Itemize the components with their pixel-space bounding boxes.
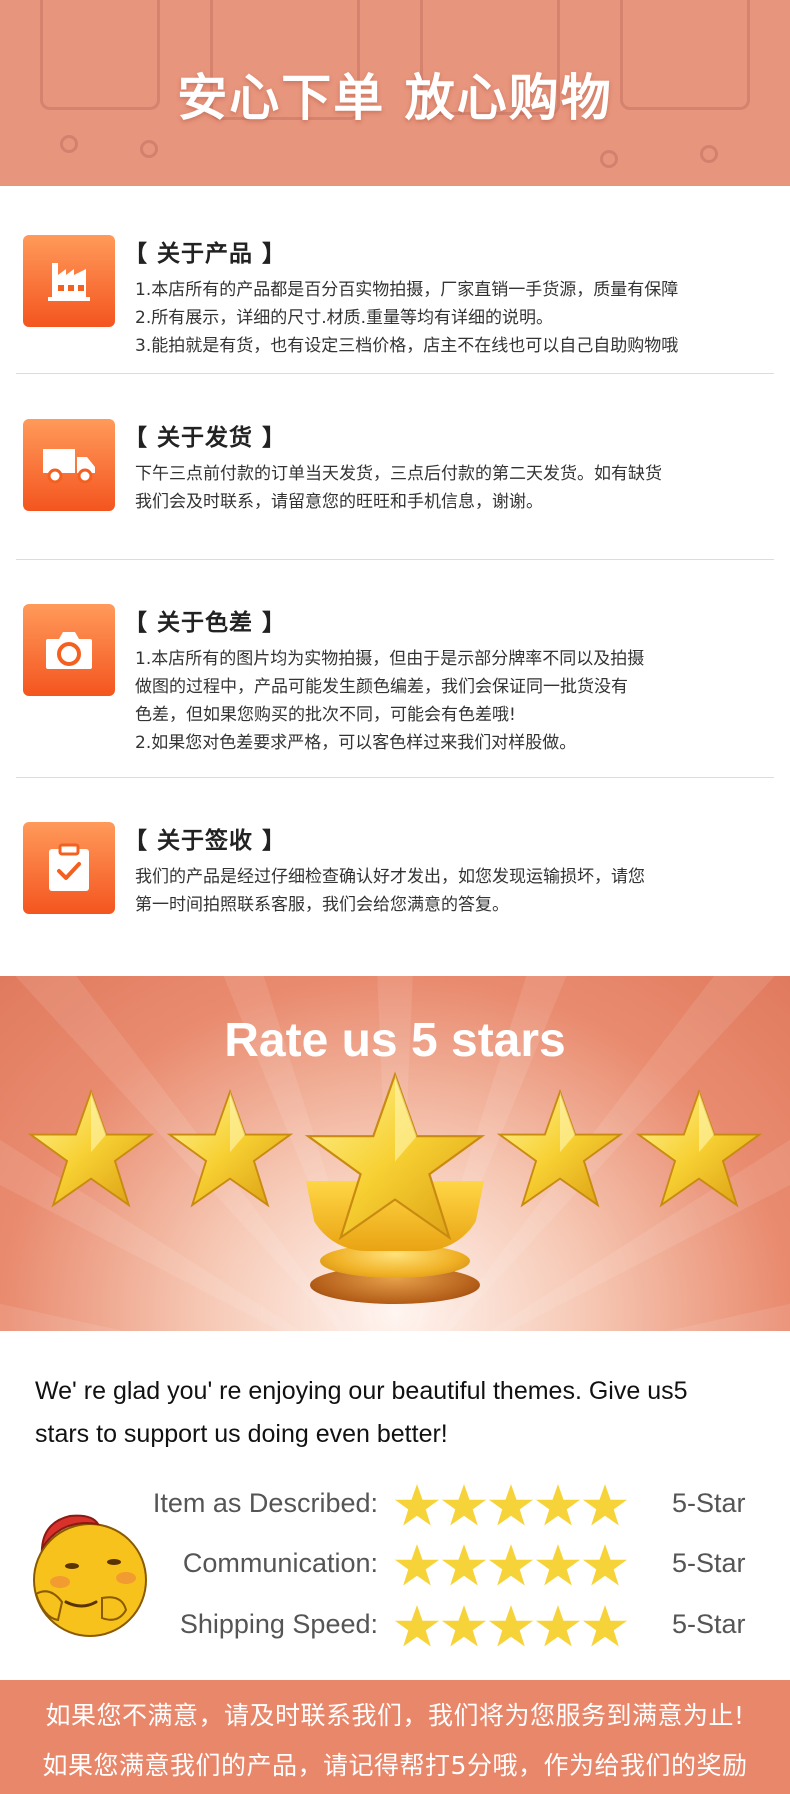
rate-banner: Rate us 5 stars [0,976,790,1331]
section-body: 下午三点前付款的订单当天发货，三点后付款的第二天发货。如有缺货 我们会及时联系，… [135,460,785,516]
rating-star-icon [582,1544,628,1586]
cart-wheel-decoration [700,145,718,163]
rating-row: Communication: 5-Star [0,1540,790,1590]
star-icon [636,1089,762,1208]
rating-row: Shipping Speed: 5-Star [0,1601,790,1651]
footer-line: 如果您不满意，请及时联系我们，我们将为您服务到满意为止! [45,1701,745,1730]
section-color-difference: 【 关于色差 】 1.本店所有的图片均为实物拍摄，但由于是示部分牌率不同以及拍摄… [16,560,774,778]
section-line: 1.本店所有的产品都是百分百实物拍摄，厂家直销一手货源，质量有保障 [135,280,679,300]
rating-star-icon [488,1605,534,1647]
rating-value: 5-Star [672,1488,746,1518]
rating-star-icon [582,1484,628,1526]
section-body: 我们的产品是经过仔细检查确认好才发出，如您发现运输损坏，请您 第一时间拍照联系客… [135,863,785,919]
star-icon [167,1089,293,1208]
rating-label: Item as Described: [152,1488,378,1518]
section-line: 1.本店所有的图片均为实物拍摄，但由于是示部分牌率不同以及拍摄 [135,649,645,669]
cart-wheel-decoration [140,140,158,158]
star-icon [497,1089,623,1208]
rating-star-icon [488,1484,534,1526]
section-line: 2.所有展示，详细的尺寸.材质.重量等均有详细的说明。 [135,308,554,328]
section-title: 【 关于发货 】 [124,425,287,451]
rating-stars [394,1480,659,1530]
section-line: 我们的产品是经过仔细检查确认好才发出，如您发现运输损坏，请您 [135,867,645,887]
rating-stars [394,1601,659,1651]
section-signing: 【 关于签收 】 我们的产品是经过仔细检查确认好才发出，如您发现运输损坏，请您 … [16,778,774,976]
rating-star-icon [535,1484,581,1526]
star-icon [304,1071,486,1241]
section-line: 下午三点前付款的订单当天发货，三点后付款的第二天发货。如有缺货 [135,464,662,484]
footer-line: 如果您满意我们的产品，请记得帮打5分哦，作为给我们的奖励 [42,1751,748,1780]
rating-star-icon [441,1484,487,1526]
truck-icon [23,419,115,511]
rating-value: 5-Star [672,1609,746,1639]
rating-star-icon [535,1544,581,1586]
section-line: 2.如果您对色差要求严格，可以客色样过来我们对样股做。 [135,733,577,753]
camera-icon [23,604,115,696]
section-line: 3.能拍就是有货，也有设定三档价格，店主不在线也可以自己自助购物哦 [135,336,679,356]
cart-wheel-decoration [60,135,78,153]
rating-star-icon [582,1605,628,1647]
section-product: 【 关于产品 】 1.本店所有的产品都是百分百实物拍摄，厂家直销一手货源，质量有… [16,186,774,374]
section-line: 我们会及时联系，请留意您的旺旺和手机信息，谢谢。 [135,492,543,512]
header-banner: 安心下单 放心购物 [0,0,790,186]
section-line: 做图的过程中，产品可能发生颜色编差，我们会保证同一批货没有 [135,677,628,697]
star-icon [28,1089,154,1208]
rate-title: Rate us 5 stars [224,1014,566,1067]
section-title: 【 关于色差 】 [124,610,287,636]
rating-star-icon [394,1484,440,1526]
section-shipping: 【 关于发货 】 下午三点前付款的订单当天发货，三点后付款的第二天发货。如有缺货… [16,374,774,560]
rating-star-icon [441,1544,487,1586]
review-line: We' re glad you' re enjoying our beautif… [35,1377,688,1405]
factory-icon [23,235,115,327]
section-title: 【 关于签收 】 [124,828,287,854]
footer-banner: 如果您不满意，请及时联系我们，我们将为您服务到满意为止! 如果您满意我们的产品，… [0,1680,790,1794]
section-body: 1.本店所有的图片均为实物拍摄，但由于是示部分牌率不同以及拍摄 做图的过程中，产… [135,645,785,757]
rating-star-icon [441,1605,487,1647]
rating-label: Shipping Speed: [179,1609,378,1639]
review-line: stars to support us doing even better! [35,1420,448,1448]
section-body: 1.本店所有的产品都是百分百实物拍摄，厂家直销一手货源，质量有保障 2.所有展示… [135,276,785,360]
section-line: 色差，但如果您购买的批次不同，可能会有色差哦! [135,705,516,725]
banner-title: 安心下单 放心购物 [177,69,613,127]
clipboard-check-icon [23,822,115,914]
rating-star-icon [488,1544,534,1586]
review-text: We' re glad you' re enjoying our beautif… [35,1370,765,1456]
rating-star-icon [535,1605,581,1647]
rating-value: 5-Star [672,1548,746,1578]
rating-stars [394,1540,659,1590]
section-title: 【 关于产品 】 [124,241,287,267]
cart-wheel-decoration [600,150,618,168]
rating-star-icon [394,1544,440,1586]
page: 安心下单 放心购物 【 关于产品 】 1.本店所有的产品都是百分百实物拍摄，厂家… [0,0,790,1794]
rating-label: Communication: [182,1548,378,1578]
section-line: 第一时间拍照联系客服，我们会给您满意的答复。 [135,895,509,915]
rating-star-icon [394,1605,440,1647]
rating-row: Item as Described: 5-Star [0,1480,790,1530]
